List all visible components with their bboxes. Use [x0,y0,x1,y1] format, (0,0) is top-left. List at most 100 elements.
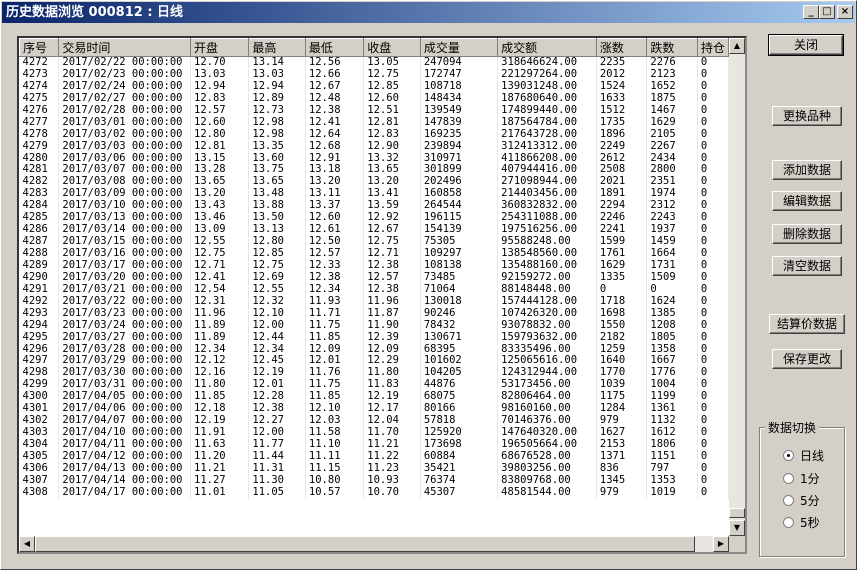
column-header[interactable]: 持仓 [696,38,729,57]
column-header[interactable]: 收盘 [363,38,421,57]
table-row[interactable]: 4288 2017/03/16 00:00:00 12.75 12.85 12.57 12… [19,248,729,260]
table-row[interactable]: 4305 2017/04/12 00:00:00 11.20 11.44 11.11 11… [19,450,729,463]
scroll-down-button[interactable]: ▼ [729,520,745,536]
table-row[interactable]: 4278 2017/03/02 00:00:00 12.80 12.98 12.64 12… [19,128,729,141]
data-switch-radio[interactable]: 5分 [783,492,820,509]
horizontal-scrollbar[interactable]: ◀ ▶ [19,536,729,552]
data-switch-radio[interactable]: 5秒 [783,514,820,531]
table-cell: 12.19 [363,391,421,404]
table-row[interactable]: 4273 2017/02/23 00:00:00 13.03 13.03 12.66 12… [19,68,729,81]
table-cell: 12.71 [363,248,421,260]
table-cell: 2267 [646,140,698,153]
horizontal-scroll-thumb[interactable] [35,536,695,552]
column-header[interactable]: 涨数 [595,38,648,57]
table-row[interactable]: 4292 2017/03/22 00:00:00 12.31 12.32 11.93 11… [19,295,729,308]
column-header[interactable]: 成交额 [497,38,597,57]
edit-data-button[interactable]: 编辑数据 [772,191,842,211]
table-row[interactable]: 4284 2017/03/10 00:00:00 13.43 13.88 13.37 13… [19,200,729,213]
table-cell: 11.91 [190,427,250,439]
radio-label: 5分 [800,494,820,508]
table-cell: 11.83 [363,379,421,392]
table-cell: 2017/03/06 00:00:00 [58,152,191,165]
table-cell: 35421 [420,462,499,475]
clear-data-button[interactable]: 清空数据 [772,256,842,276]
table-cell: 11.76 [305,367,365,380]
table-row[interactable]: 4301 2017/04/06 00:00:00 12.18 12.38 12.10 12… [19,403,729,416]
table-cell: 10.70 [363,486,421,499]
table-row[interactable]: 4279 2017/03/03 00:00:00 12.81 13.35 12.68 12… [19,140,729,153]
data-grid[interactable]: 序号 交易时间 开盘 最高 最低 收盘 成交量 成交额 涨数 跌数 持仓 4272 2017/02/2… [17,36,747,554]
table-row[interactable]: 4280 2017/03/06 00:00:00 13.15 13.60 12.91 13… [19,152,729,165]
table-row[interactable]: 4300 2017/04/05 00:00:00 11.85 12.28 11.85 12… [19,391,729,404]
table-cell: 13.18 [305,164,365,177]
table-row[interactable]: 4277 2017/03/01 00:00:00 12.60 12.98 12.41 12… [19,116,729,129]
table-row[interactable]: 4296 2017/03/28 00:00:00 12.34 12.34 12.09 12… [19,343,729,356]
column-header[interactable]: 开盘 [189,38,250,57]
table-row[interactable]: 4276 2017/02/28 00:00:00 12.57 12.73 12.38 12… [19,104,729,117]
table-row[interactable]: 4281 2017/03/07 00:00:00 13.28 13.75 13.18 13… [19,164,729,177]
table-row[interactable]: 4308 2017/04/17 00:00:00 11.01 11.05 10.57 10… [19,486,729,499]
table-row[interactable]: 4299 2017/03/31 00:00:00 11.80 12.01 11.75 11… [19,379,729,392]
table-row[interactable]: 4275 2017/02/27 00:00:00 12.83 12.89 12.48 12… [19,92,729,105]
radio-circle-icon[interactable] [783,450,794,461]
maximize-button[interactable]: □ [819,5,835,19]
table-row[interactable]: 4285 2017/03/13 00:00:00 13.46 13.50 12.60 12… [19,212,729,225]
add-data-button[interactable]: 添加数据 [772,160,842,180]
table-cell: 12.71 [190,259,250,272]
table-row[interactable]: 4274 2017/02/24 00:00:00 12.94 12.94 12.67 12… [19,80,729,93]
table-row[interactable]: 4302 2017/04/07 00:00:00 12.19 12.27 12.03 12… [19,415,729,428]
column-header[interactable]: 最高 [248,38,306,57]
settlement-data-button[interactable]: 结算价数据 [769,314,845,334]
table-row[interactable]: 4283 2017/03/09 00:00:00 13.20 13.48 13.11 13… [19,188,729,201]
table-row[interactable]: 4272 2017/02/22 00:00:00 12.70 13.14 12.56 13… [19,56,729,69]
scroll-left-button[interactable]: ◀ [19,536,35,552]
table-row[interactable]: 4289 2017/03/17 00:00:00 12.71 12.75 12.33 12… [19,259,729,272]
table-cell: 12.09 [305,343,365,356]
delete-data-button[interactable]: 删除数据 [772,224,842,244]
table-cell: 12.61 [305,224,365,237]
table-row[interactable]: 4306 2017/04/13 00:00:00 11.21 11.31 11.15 11… [19,462,729,475]
scroll-up-button[interactable]: ▲ [729,38,745,54]
column-header[interactable]: 序号 [19,38,60,57]
radio-circle-icon[interactable] [783,473,794,484]
table-cell: 12.27 [248,415,306,428]
table-cell: 0 [697,164,729,177]
table-cell: 60884 [420,450,499,463]
table-row[interactable]: 4298 2017/03/30 00:00:00 12.16 12.19 11.76 11… [19,367,729,380]
table-row[interactable]: 4282 2017/03/08 00:00:00 13.65 13.65 13.20 13… [19,176,729,189]
table-row[interactable]: 4291 2017/03/21 00:00:00 12.54 12.55 12.34 12… [19,283,729,296]
table-row[interactable]: 4295 2017/03/27 00:00:00 11.89 12.44 11.85 12… [19,331,729,344]
data-switch-radio[interactable]: 1分 [783,470,820,487]
column-header[interactable]: 最低 [304,38,365,57]
vertical-scroll-thumb[interactable] [729,508,745,518]
radio-circle-icon[interactable] [783,495,794,506]
table-row[interactable]: 4286 2017/03/14 00:00:00 13.09 13.13 12.61 12… [19,224,729,237]
table-cell: 13.37 [305,200,365,213]
table-row[interactable]: 4287 2017/03/15 00:00:00 12.55 12.80 12.50 12… [19,236,729,248]
table-cell: 11.89 [190,331,250,344]
table-cell: 4293 [19,307,60,320]
table-cell: 13.43 [190,200,250,213]
save-changes-button[interactable]: 保存更改 [772,349,842,369]
column-header[interactable]: 交易时间 [58,38,191,57]
data-switch-radio[interactable]: 日线 [783,447,824,464]
scroll-right-button[interactable]: ▶ [713,536,729,552]
close-window-button[interactable]: × [837,5,853,19]
table-row[interactable]: 4303 2017/04/10 00:00:00 11.91 12.00 11.58 11… [19,427,729,439]
table-row[interactable]: 4293 2017/03/23 00:00:00 11.96 12.10 11.71 11… [19,307,729,320]
table-cell: 13.88 [248,200,306,213]
change-variety-button[interactable]: 更换品种 [772,106,842,126]
table-row[interactable]: 4297 2017/03/29 00:00:00 12.12 12.45 12.01 12… [19,355,729,368]
column-header[interactable]: 跌数 [646,38,698,57]
radio-circle-icon[interactable] [783,517,794,528]
table-row[interactable]: 4294 2017/03/24 00:00:00 11.89 12.00 11.75 11… [19,319,729,332]
close-button[interactable]: 关闭 [768,34,844,56]
minimize-button[interactable]: _ [803,5,819,19]
table-row[interactable]: 4290 2017/03/20 00:00:00 12.41 12.69 12.38 12… [19,271,729,284]
table-row[interactable]: 4307 2017/04/14 00:00:00 11.27 11.30 10.80 10… [19,474,729,487]
table-cell: 147640320.00 [497,427,597,439]
table-cell: 12.00 [248,427,306,439]
table-row[interactable]: 4304 2017/04/11 00:00:00 11.63 11.77 11.10 11… [19,439,729,451]
column-header[interactable]: 成交量 [419,38,499,57]
vertical-scrollbar[interactable]: ▲ ▼ [729,38,745,536]
